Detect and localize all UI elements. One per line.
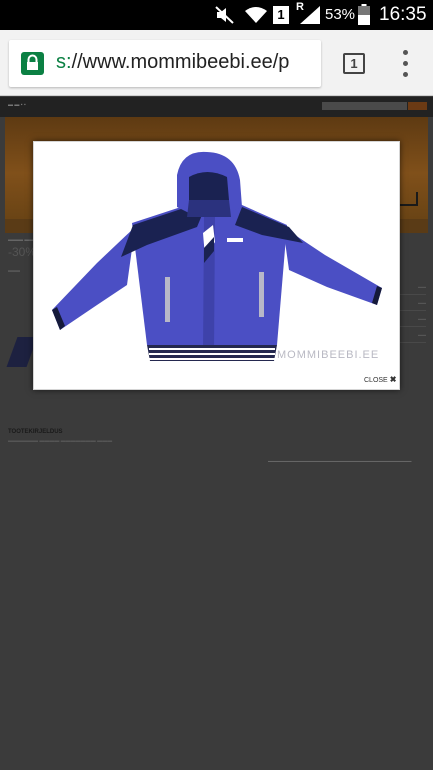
watermark: MOMMIBEEBI.EE [277, 349, 380, 361]
close-button[interactable]: CLOSE ✖ [364, 375, 396, 384]
clock: 16:35 [379, 4, 427, 25]
close-label: CLOSE [364, 377, 388, 384]
browser-toolbar: s://www.mommibeebi.ee/p 1 [0, 30, 433, 96]
status-bar: 1 R 53% 16:35 [0, 0, 433, 30]
site-topbar: ▬ ▬ ▪ ▪ [0, 97, 433, 117]
battery-percent: 53% [325, 6, 356, 23]
overflow-menu-icon[interactable] [398, 50, 412, 78]
close-icon: ✖ [389, 375, 397, 384]
url-text[interactable]: s://www.mommibeebi.ee/p [56, 51, 289, 74]
size-row[interactable]: ▬▬ [398, 295, 426, 311]
image-lightbox: MOMMIBEEBI.EE CLOSE ✖ [33, 141, 400, 390]
size-row[interactable]: ▬▬ [398, 311, 426, 327]
discount-label: -30% [8, 245, 37, 259]
product-image [52, 151, 382, 361]
description-text: ▬▬▬▬▬▬ ▬▬▬▬ ▬▬▬▬▬▬▬ ▬▬▬ [8, 438, 113, 444]
signal-icon [300, 6, 320, 24]
language-selector[interactable]: ▬ ▬ ▪ ▪ [8, 102, 26, 108]
breadcrumb: ▬▬▬ ▬▬ [8, 237, 35, 243]
url-scheme: s: [56, 51, 72, 73]
battery-icon [358, 4, 370, 25]
cart-icon[interactable] [398, 192, 418, 206]
mute-icon [215, 6, 234, 24]
jacket-left-sleeve [52, 227, 135, 330]
url-bar[interactable]: s://www.mommibeebi.ee/p [9, 40, 321, 87]
wifi-icon [245, 7, 267, 23]
site-search-input[interactable] [322, 102, 407, 110]
size-row[interactable]: ▬▬ [398, 327, 426, 343]
url-host: //www.mommibeebi.ee/p [71, 51, 290, 73]
price-label: ▬▬ [8, 268, 20, 274]
site-search-button[interactable] [408, 102, 427, 110]
size-panel: ▬▬ ▬▬ ▬▬ ▬▬ [398, 279, 426, 359]
sim-icon: 1 [273, 6, 289, 24]
site-footer: ▬▬▬▬▬▬▬▬▬▬▬▬▬▬▬▬▬▬▬▬▬▬▬▬▬▬▬▬▬▬▬▬▬▬▬▬▬▬▬▬… [268, 459, 412, 463]
lock-icon[interactable] [21, 52, 44, 75]
tab-switcher-button[interactable]: 1 [343, 53, 365, 74]
description-title: TOOTEKIRJELDUS [8, 429, 63, 435]
size-row[interactable]: ▬▬ [398, 279, 426, 295]
